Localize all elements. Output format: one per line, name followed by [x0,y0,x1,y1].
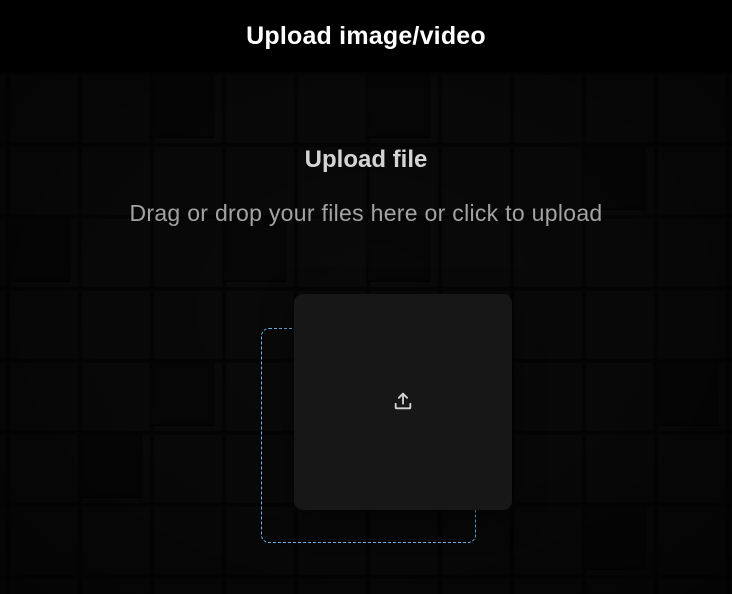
grid-cell [222,218,286,282]
grid-cell [6,218,70,282]
upload-heading: Upload file [304,146,428,173]
file-dropzone[interactable]: Upload file Drag or drop your files here… [0,72,732,594]
grid-cell [582,506,646,570]
grid-cell [366,74,430,138]
grid-cell [150,362,214,426]
grid-cell [366,218,430,282]
page-title: Upload image/video [246,22,486,50]
grid-cell [78,434,142,498]
upload-icon [394,392,412,410]
upload-button[interactable] [294,294,512,510]
upload-hint: Drag or drop your files here or click to… [129,200,603,226]
grid-cell [150,74,214,138]
upload-dialog: Upload image/video Upload file Drag or d… [0,0,732,594]
grid-cell [654,362,718,426]
